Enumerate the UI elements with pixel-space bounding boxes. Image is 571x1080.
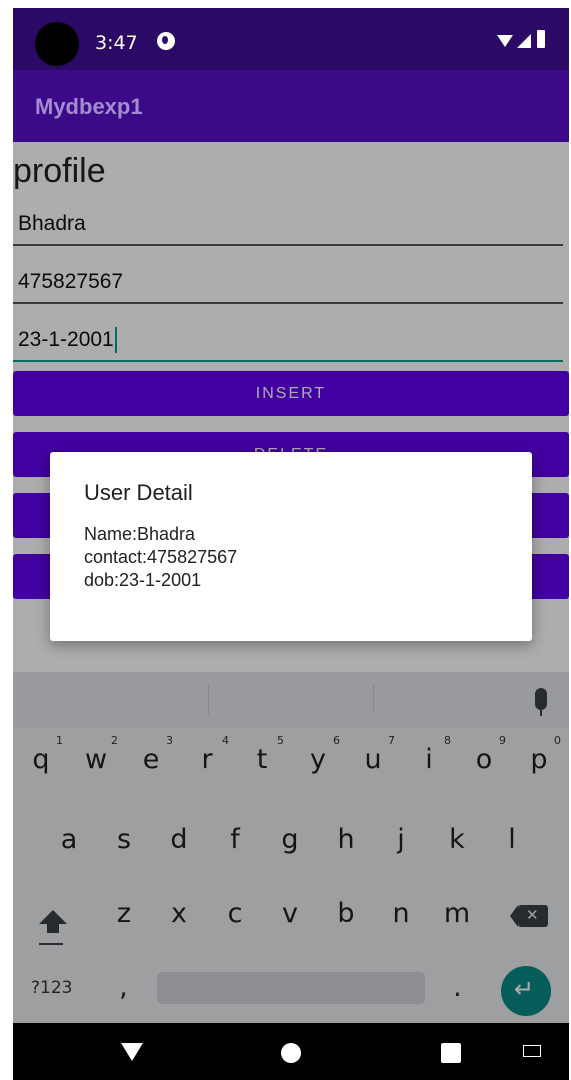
app-bar: Mydbexp1 xyxy=(13,70,569,142)
recent-apps-icon[interactable] xyxy=(441,1043,461,1063)
signal-icon xyxy=(517,34,531,48)
phone-screen: 3:47 Mydbexp1 profile Bhadra 475827567 2… xyxy=(13,8,569,1080)
user-detail-dialog: User Detail Name:Bhadra contact:47582756… xyxy=(50,452,532,641)
status-bar: 3:47 xyxy=(13,8,569,70)
dialog-contact-line: contact:475827567 xyxy=(84,547,238,567)
home-icon[interactable] xyxy=(281,1043,301,1063)
keyboard-switch-icon[interactable] xyxy=(523,1045,541,1057)
back-icon[interactable] xyxy=(121,1043,143,1061)
notification-icon xyxy=(157,32,175,50)
navigation-bar xyxy=(13,1023,569,1080)
dialog-dob-line: dob:23-1-2001 xyxy=(84,570,202,590)
status-time: 3:47 xyxy=(95,32,138,54)
camera-cutout xyxy=(35,22,79,66)
app-title: Mydbexp1 xyxy=(35,94,143,119)
dialog-name-line: Name:Bhadra xyxy=(84,524,196,544)
battery-icon xyxy=(537,30,545,48)
dialog-title: User Detail xyxy=(84,480,193,505)
wifi-icon xyxy=(497,35,513,47)
